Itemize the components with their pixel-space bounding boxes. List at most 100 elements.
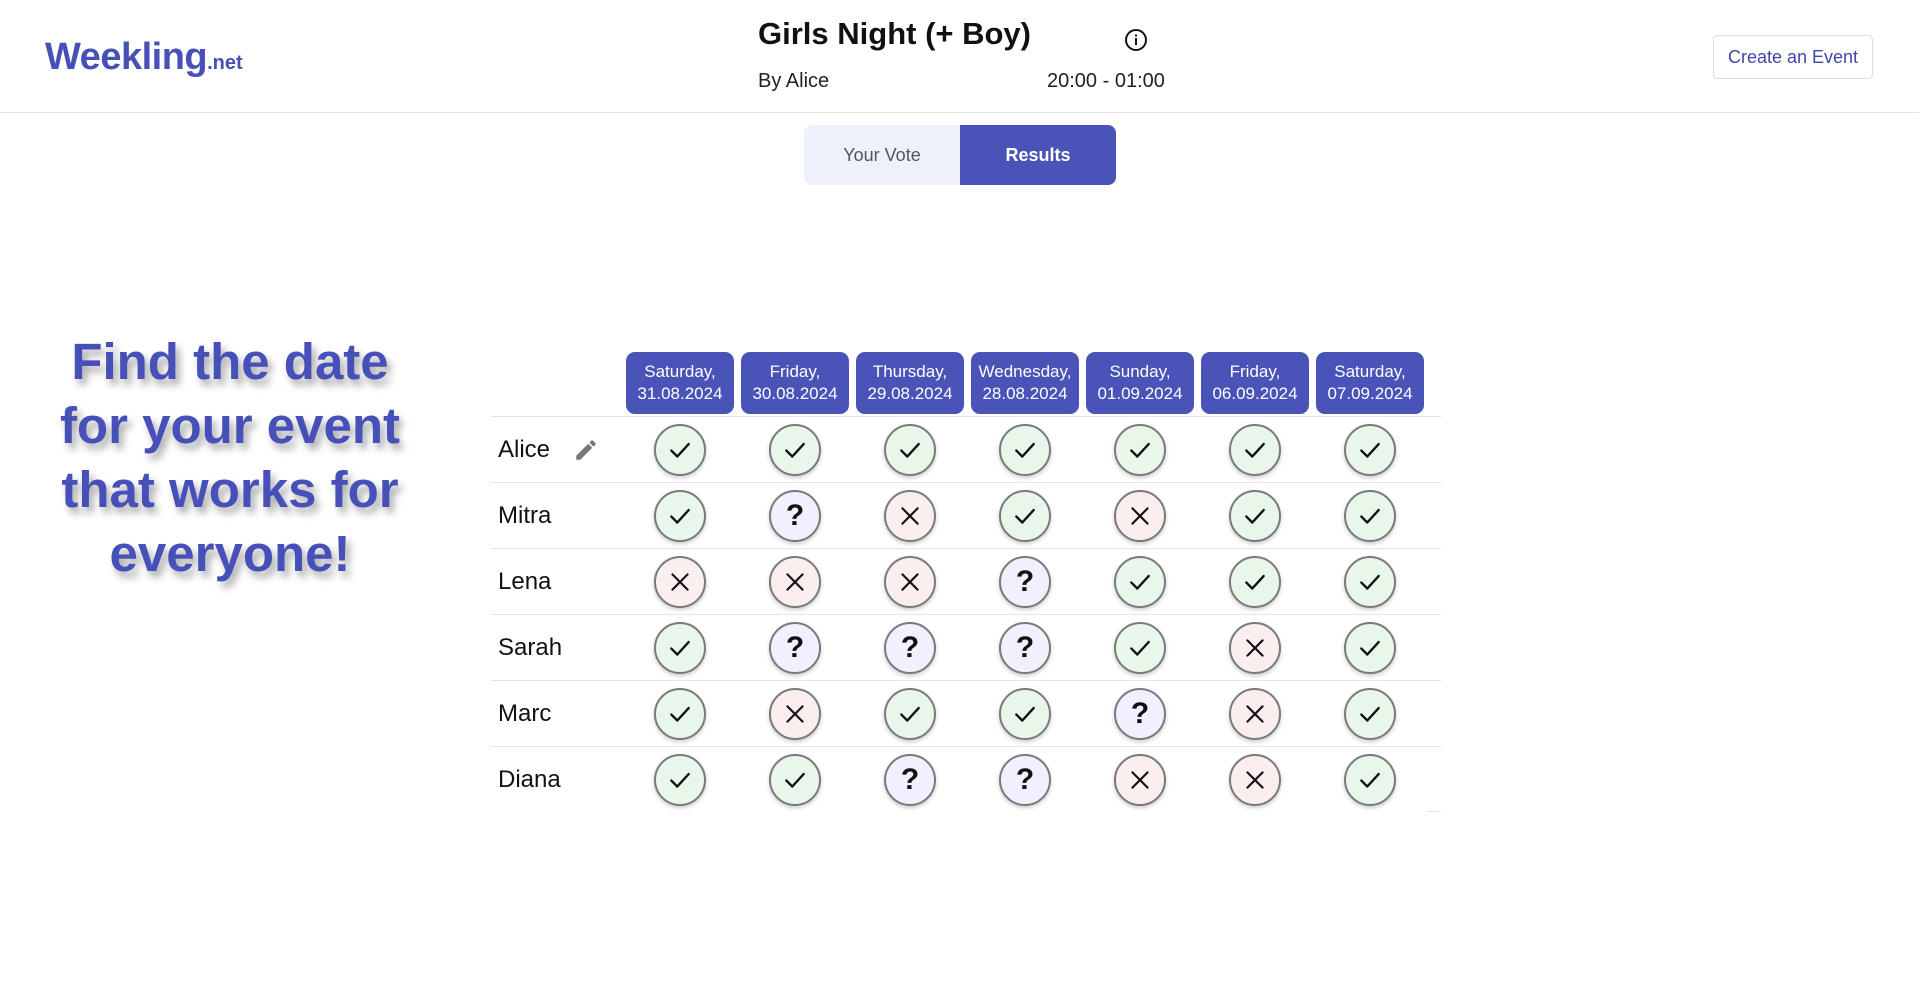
vote-cell-yes[interactable] (1229, 556, 1281, 608)
date-weekday: Saturday, (1334, 362, 1406, 381)
vote-cell-yes[interactable] (1229, 490, 1281, 542)
participant-row: Mitra? (491, 482, 1441, 549)
create-event-button[interactable]: Create an Event (1713, 35, 1873, 79)
date-column-header: Friday, 06.09.2024 (1201, 352, 1309, 414)
question-icon: ? (1015, 763, 1035, 796)
checkmark-icon (1360, 772, 1380, 788)
question-icon: ? (1015, 631, 1035, 664)
vote-cell-no[interactable] (1114, 754, 1166, 806)
checkmark-icon (1360, 640, 1380, 656)
participant-name: Marc (498, 700, 552, 727)
date-column-header: Thursday, 29.08.2024 (856, 352, 964, 414)
cross-icon (786, 573, 804, 591)
results-grid: Saturday, 31.08.2024 Friday, 30.08.2024 Thur… (491, 350, 1441, 812)
date-value: 28.08.2024 (982, 384, 1068, 403)
vote-cell-yes[interactable] (1114, 622, 1166, 674)
participant-row: Diana?? (491, 746, 1441, 813)
vote-cell-yes[interactable] (1344, 556, 1396, 608)
checkmark-icon (785, 772, 805, 788)
checkmark-icon (1245, 442, 1265, 458)
date-value: 07.09.2024 (1327, 384, 1413, 403)
vote-cell-yes[interactable] (1114, 424, 1166, 476)
vote-cell-maybe[interactable]: ? (884, 622, 936, 674)
vote-cell-no[interactable] (769, 688, 821, 740)
vote-cell-maybe[interactable]: ? (884, 754, 936, 806)
vote-cell-yes[interactable] (654, 622, 706, 674)
checkmark-icon (1015, 706, 1035, 722)
participant-row: Alice (491, 416, 1441, 483)
vote-cell-no[interactable] (654, 556, 706, 608)
vote-cell-yes[interactable] (769, 424, 821, 476)
tab-your-vote[interactable]: Your Vote (804, 125, 960, 185)
pencil-icon[interactable] (573, 437, 599, 463)
vote-cell-yes[interactable] (1229, 424, 1281, 476)
checkmark-icon (1360, 442, 1380, 458)
vote-cell-maybe[interactable]: ? (769, 622, 821, 674)
vote-cell-no[interactable] (1229, 622, 1281, 674)
vote-cell-maybe[interactable]: ? (999, 556, 1051, 608)
vote-cell-yes[interactable] (884, 688, 936, 740)
date-weekday: Saturday, (644, 362, 716, 381)
vote-cell-yes[interactable] (999, 490, 1051, 542)
vote-cell-yes[interactable] (999, 424, 1051, 476)
cross-icon (1246, 771, 1264, 789)
event-time: 20:00 - 01:00 (1047, 70, 1165, 92)
participant-name: Diana (498, 766, 561, 793)
checkmark-icon (900, 706, 920, 722)
logo[interactable]: Weekling.net (45, 36, 243, 79)
date-weekday: Friday, (1229, 362, 1281, 381)
view-tabs: Your Vote Results (804, 125, 1116, 185)
question-icon: ? (900, 631, 920, 664)
vote-cell-no[interactable] (1114, 490, 1166, 542)
date-value: 01.09.2024 (1097, 384, 1183, 403)
question-icon: ? (900, 763, 920, 796)
cross-icon (1246, 705, 1264, 723)
participant-row: Lena? (491, 548, 1441, 615)
info-icon[interactable] (1124, 28, 1148, 52)
vote-cell-yes[interactable] (654, 688, 706, 740)
date-column-header: Wednesday, 28.08.2024 (971, 352, 1079, 414)
vote-cell-yes[interactable] (1344, 622, 1396, 674)
cross-icon (1131, 771, 1149, 789)
vote-cell-yes[interactable] (654, 424, 706, 476)
vote-cell-yes[interactable] (654, 490, 706, 542)
checkmark-icon (1360, 574, 1380, 590)
vote-cell-yes[interactable] (999, 688, 1051, 740)
participant-row: Sarah??? (491, 614, 1441, 681)
vote-cell-no[interactable] (1229, 688, 1281, 740)
participant-name: Mitra (498, 502, 552, 529)
vote-cell-yes[interactable] (1344, 688, 1396, 740)
participant-name: Alice (498, 436, 551, 463)
vote-cell-yes[interactable] (1344, 490, 1396, 542)
checkmark-icon (670, 772, 690, 788)
event-title: Girls Night (+ Boy) (758, 16, 1031, 51)
vote-cell-maybe[interactable]: ? (999, 754, 1051, 806)
checkmark-icon (900, 442, 920, 458)
hero-tagline: Find the date for your event that works … (59, 333, 401, 582)
vote-cell-no[interactable] (769, 556, 821, 608)
date-weekday: Wednesday, (978, 362, 1072, 381)
checkmark-icon (670, 442, 690, 458)
vote-cell-yes[interactable] (1344, 424, 1396, 476)
date-column-header: Saturday, 31.08.2024 (626, 352, 734, 414)
checkmark-icon (670, 706, 690, 722)
vote-cell-yes[interactable] (884, 424, 936, 476)
vote-cell-no[interactable] (1229, 754, 1281, 806)
vote-cell-yes[interactable] (1344, 754, 1396, 806)
event-author: By Alice (758, 70, 830, 92)
logo-suffix: .net (207, 52, 243, 74)
header: Weekling.net Girls Night (+ Boy) By Alic… (0, 0, 1919, 113)
vote-cell-maybe[interactable]: ? (769, 490, 821, 542)
vote-cell-maybe[interactable]: ? (999, 622, 1051, 674)
vote-cell-yes[interactable] (654, 754, 706, 806)
tab-results[interactable]: Results (960, 125, 1116, 185)
date-weekday: Thursday, (872, 362, 948, 381)
checkmark-icon (670, 508, 690, 524)
cross-icon (901, 573, 919, 591)
vote-cell-no[interactable] (884, 556, 936, 608)
vote-cell-no[interactable] (884, 490, 936, 542)
vote-cell-yes[interactable] (769, 754, 821, 806)
vote-cell-yes[interactable] (1114, 556, 1166, 608)
vote-cell-maybe[interactable]: ? (1114, 688, 1166, 740)
checkmark-icon (1245, 574, 1265, 590)
